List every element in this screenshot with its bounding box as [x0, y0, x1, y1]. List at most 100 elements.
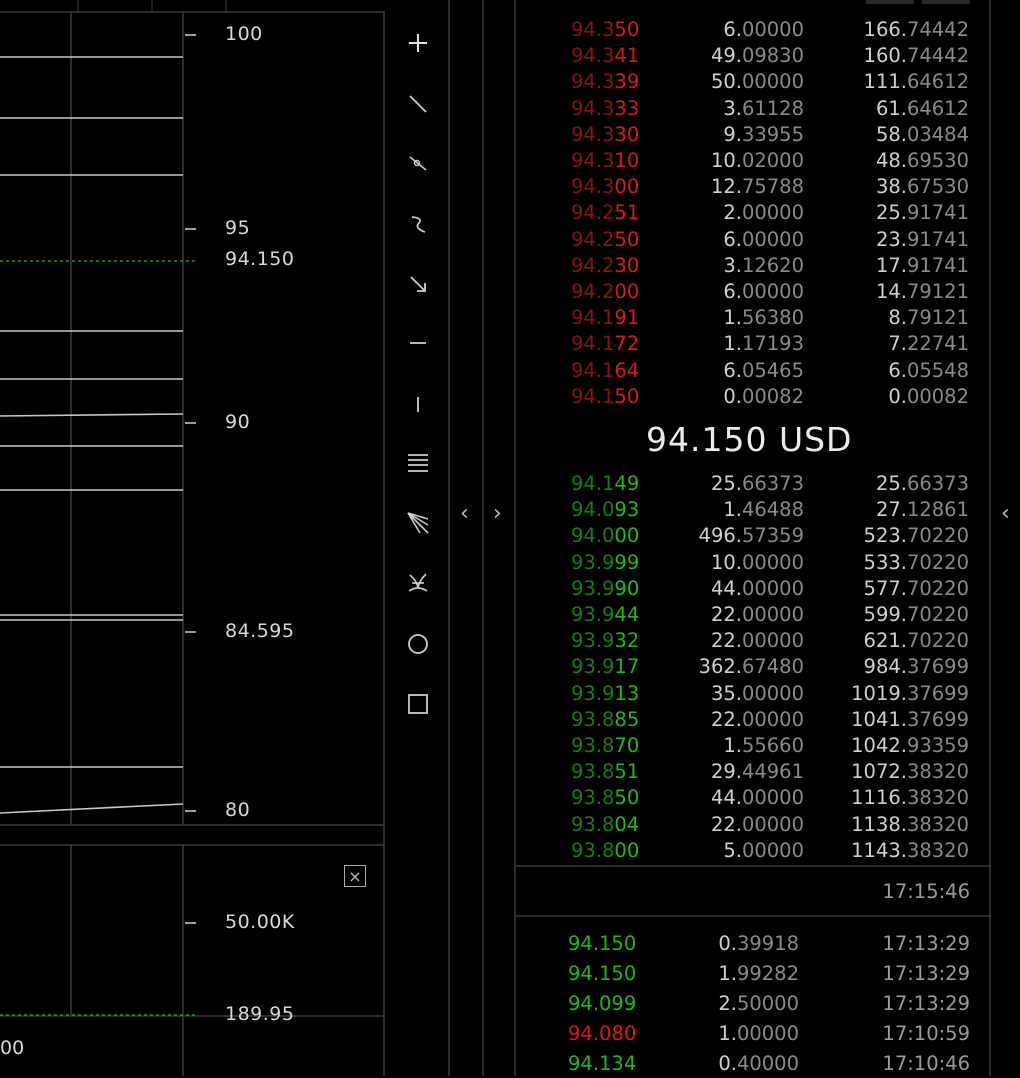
- ask-total: 38.67530: [875, 175, 969, 199]
- parallel-lines-icon[interactable]: [403, 448, 433, 478]
- trade-row: 94.134 0.40000 17:10:46: [515, 1052, 991, 1078]
- ask-amount: 49.09830: [710, 44, 804, 68]
- bid-row[interactable]: 93.851 29.44961 1072.38320: [515, 760, 991, 786]
- bid-row[interactable]: 94.000 496.57359 523.70220: [515, 524, 991, 550]
- panel-tab-stub[interactable]: [866, 0, 914, 4]
- trend-line-icon[interactable]: [403, 89, 433, 119]
- bid-row[interactable]: 93.917 362.67480 984.37699: [515, 655, 991, 681]
- ask-price: 94.339: [571, 70, 640, 94]
- bid-row[interactable]: 93.932 22.00000 621.70220: [515, 629, 991, 655]
- chart-canvas[interactable]: [0, 0, 385, 1076]
- ask-price: 94.341: [571, 44, 640, 68]
- price-tick-95: 95: [225, 217, 251, 239]
- bid-total: 1072.38320: [851, 760, 969, 784]
- bid-row[interactable]: 93.804 22.00000 1138.38320: [515, 813, 991, 839]
- collapse-left-icon[interactable]: ‹: [460, 503, 469, 525]
- bid-price: 93.850: [571, 786, 640, 810]
- trade-price: 94.150: [568, 932, 637, 955]
- bid-price: 93.851: [571, 760, 640, 784]
- bid-price: 94.149: [571, 472, 640, 495]
- expand-right-panel-icon[interactable]: ‹: [1001, 503, 1010, 525]
- bid-row[interactable]: 93.944 22.00000 599.70220: [515, 603, 991, 629]
- bid-row[interactable]: 93.885 22.00000 1041.37699: [515, 708, 991, 734]
- trade-price: 94.099: [568, 992, 637, 1015]
- bid-row[interactable]: 93.999 10.00000 533.70220: [515, 551, 991, 577]
- ask-row[interactable]: 94.333 3.61128 61.64612: [515, 97, 991, 123]
- collapse-right-icon[interactable]: ›: [493, 503, 502, 525]
- freehand-icon[interactable]: [403, 209, 433, 239]
- fan-icon[interactable]: [403, 508, 433, 538]
- circle-icon[interactable]: [403, 629, 433, 659]
- ask-amount: 3.61128: [723, 96, 804, 120]
- ask-row[interactable]: 94.341 49.09830 160.74442: [515, 44, 991, 70]
- ask-amount: 12.75788: [710, 175, 804, 199]
- bid-price: 93.999: [571, 550, 640, 574]
- ask-amount: 6.00000: [723, 227, 804, 251]
- ask-total: 160.74442: [863, 44, 969, 68]
- ask-row[interactable]: 94.150 0.00082 0.00082: [515, 385, 991, 411]
- panel-tab-stub[interactable]: [922, 0, 970, 4]
- bid-row[interactable]: 93.913 35.00000 1019.37699: [515, 682, 991, 708]
- ask-row[interactable]: 94.191 1.56380 8.79121: [515, 306, 991, 332]
- ask-price: 94.230: [571, 253, 640, 277]
- crosshair-icon[interactable]: [403, 28, 433, 58]
- ask-price: 94.150: [571, 384, 640, 408]
- horizontal-line-icon[interactable]: [403, 328, 433, 358]
- ask-row[interactable]: 94.251 2.00000 25.91741: [515, 201, 991, 227]
- ask-row[interactable]: 94.330 9.33955 58.03484: [515, 123, 991, 149]
- ask-amount: 50.00000: [710, 70, 804, 94]
- ask-row[interactable]: 94.350 6.00000 166.74442: [515, 18, 991, 44]
- rectangle-icon[interactable]: [403, 689, 433, 719]
- bid-total: 27.12861: [875, 498, 969, 522]
- bid-amount: 22.00000: [710, 707, 804, 731]
- bid-amount: 29.44961: [710, 760, 804, 784]
- bid-price: 93.990: [571, 576, 640, 600]
- ask-amount: 10.02000: [710, 149, 804, 172]
- bid-total: 1138.38320: [851, 812, 969, 836]
- trade-time: 17:13:29: [882, 932, 970, 955]
- bid-row[interactable]: 93.870 1.55660 1042.93359: [515, 734, 991, 760]
- bid-total: 1019.37699: [851, 681, 969, 705]
- bid-total: 577.70220: [863, 576, 969, 600]
- bid-price: 93.932: [571, 629, 640, 653]
- ask-total: 8.79121: [888, 306, 969, 330]
- bid-row[interactable]: 93.990 44.00000 577.70220: [515, 577, 991, 603]
- ask-row[interactable]: 94.230 3.12620 17.91741: [515, 254, 991, 280]
- bid-total: 25.66373: [875, 472, 969, 495]
- drawing-toolbar: [386, 0, 448, 1076]
- bid-amount: 496.57359: [698, 524, 804, 548]
- ask-row[interactable]: 94.164 6.05465 6.05548: [515, 359, 991, 385]
- ask-amount: 2.00000: [723, 201, 804, 225]
- bid-price: 93.917: [571, 655, 640, 679]
- trade-price: 94.080: [568, 1022, 637, 1045]
- pitchfork-icon[interactable]: [403, 568, 433, 598]
- bid-row[interactable]: 94.093 1.46488 27.12861: [515, 498, 991, 524]
- bid-amount: 22.00000: [710, 629, 804, 653]
- ask-total: 166.74442: [863, 18, 969, 41]
- ask-total: 61.64612: [875, 96, 969, 120]
- bid-amount: 362.67480: [698, 655, 804, 679]
- trade-price: 94.134: [568, 1052, 637, 1075]
- arrow-icon[interactable]: [403, 269, 433, 299]
- bid-amount: 44.00000: [710, 786, 804, 810]
- ask-amount: 0.00082: [723, 384, 804, 408]
- bid-row[interactable]: 94.149 25.66373 25.66373: [515, 472, 991, 498]
- ask-row[interactable]: 94.250 6.00000 23.91741: [515, 228, 991, 254]
- bid-amount: 5.00000: [723, 838, 804, 862]
- ask-row[interactable]: 94.200 6.00000 14.79121: [515, 280, 991, 306]
- time-axis-label: 00: [0, 1037, 25, 1059]
- vertical-line-icon[interactable]: [403, 389, 433, 419]
- close-volume-pane-button[interactable]: ×: [344, 865, 366, 887]
- bid-row[interactable]: 93.850 44.00000 1116.38320: [515, 786, 991, 812]
- ask-row[interactable]: 94.300 12.75788 38.67530: [515, 175, 991, 201]
- bid-price: 93.800: [571, 838, 640, 862]
- bid-total: 599.70220: [863, 603, 969, 626]
- ask-row[interactable]: 94.172 1.17193 7.22741: [515, 332, 991, 358]
- ask-amount: 1.56380: [723, 306, 804, 330]
- trade-time: 17:10:59: [882, 1022, 970, 1045]
- ask-row[interactable]: 94.310 10.02000 48.69530: [515, 149, 991, 175]
- ray-icon[interactable]: [403, 148, 433, 178]
- price-chart[interactable]: 100 95 94.150 90 84.595 80 50.00K 189.95…: [0, 0, 385, 1076]
- current-price-label: 94.150: [225, 248, 295, 270]
- ask-row[interactable]: 94.339 50.00000 111.64612: [515, 70, 991, 96]
